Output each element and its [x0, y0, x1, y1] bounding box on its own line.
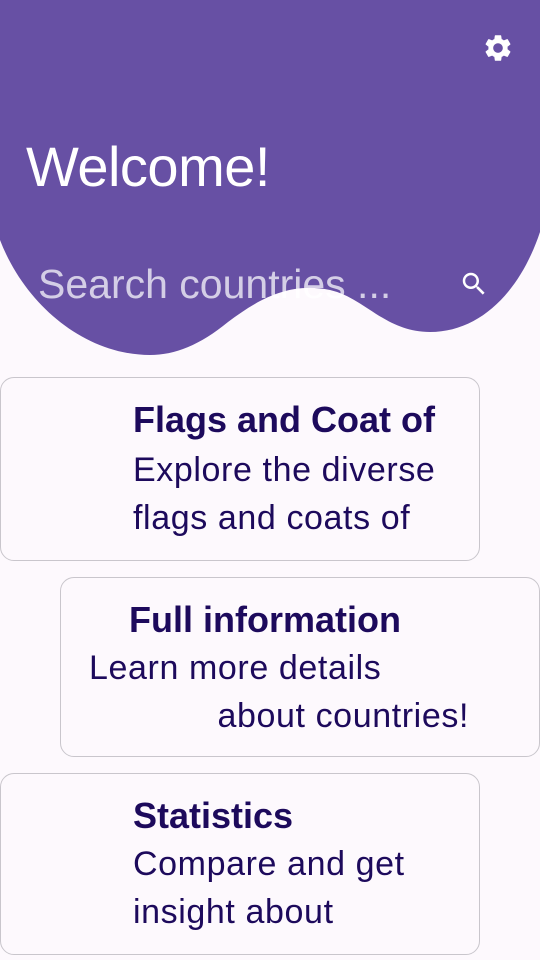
card-description-line: Compare and get	[133, 845, 405, 883]
card-description-line: insight about	[133, 893, 334, 931]
card-description-line: about countries!	[217, 697, 469, 735]
card-title: Flags and Coat of	[133, 399, 436, 440]
card-title: Statistics	[133, 795, 294, 836]
settings-button[interactable]	[478, 28, 518, 68]
card-description-line: flags and coats of	[133, 499, 411, 537]
search-button[interactable]	[454, 264, 494, 304]
search-input[interactable]	[38, 254, 438, 314]
card-title: Full information	[129, 599, 401, 640]
page-title: Welcome!	[26, 135, 270, 198]
card-flags-coat-of-arms[interactable]: Flags and Coat of Explore the diverse fl…	[0, 377, 480, 561]
card-description: Explore the diverse flags and coats of	[133, 446, 479, 542]
card-description-line: Explore the diverse	[133, 451, 436, 489]
search-icon	[462, 272, 485, 295]
card-description: Learn more details about countries!	[89, 644, 469, 740]
card-statistics[interactable]: Statistics Compare and get insight about	[0, 773, 480, 955]
card-full-information[interactable]: Full information Learn more details abou…	[60, 577, 540, 757]
gear-icon	[485, 35, 511, 61]
card-description: Compare and get insight about	[133, 840, 479, 936]
card-description-line: Learn more details	[89, 649, 382, 687]
main-screen: Welcome! Flags and Coat of Explore the d…	[0, 0, 540, 960]
